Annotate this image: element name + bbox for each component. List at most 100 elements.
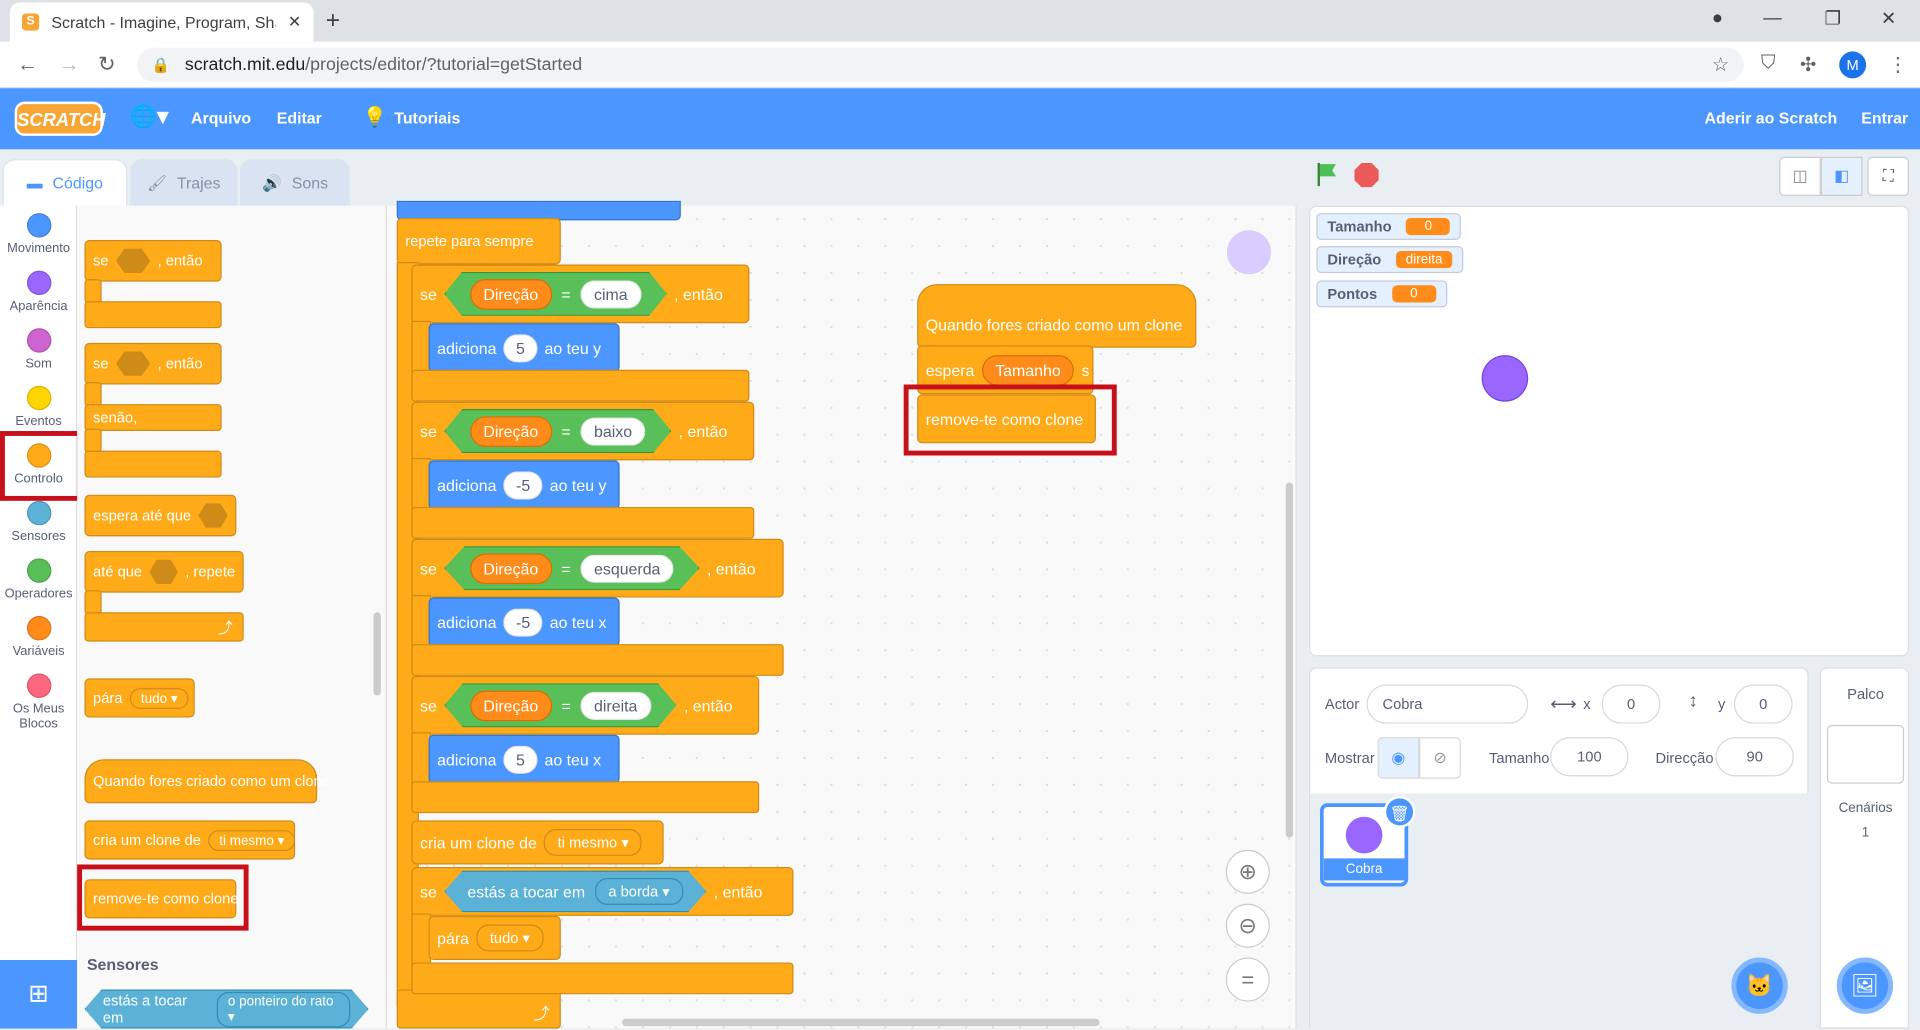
stop-icon[interactable]	[1354, 162, 1379, 188]
equals-operator[interactable]: Direção = direita	[444, 683, 677, 728]
category-motion[interactable]: Movimento	[0, 213, 77, 256]
join-scratch-link[interactable]: Aderir ao Scratch	[1705, 109, 1838, 127]
palette-if-else[interactable]: se , então	[84, 342, 222, 385]
direction-value-input[interactable]: direita	[580, 691, 651, 720]
touching-dropdown[interactable]: a borda ▾	[594, 877, 684, 905]
category-events[interactable]: Eventos	[0, 385, 77, 429]
category-my-blocks[interactable]: Os Meus Blocos	[0, 673, 77, 731]
scratch-logo[interactable]: SCRATCH	[14, 101, 106, 136]
if-direction-block[interactable]: se Direção = baixo , então	[411, 401, 755, 461]
direction-variable-reporter[interactable]: Direção	[469, 415, 552, 447]
reload-icon[interactable]: ↻	[98, 53, 115, 77]
when-clone-hat-block[interactable]: Quando fores criado como um clone	[917, 284, 1197, 348]
if-touching-block[interactable]: se estás a tocar em a borda ▾ , então	[411, 866, 794, 916]
delete-sprite-icon[interactable]: 🗑	[1383, 795, 1416, 828]
touching-dropdown[interactable]: o ponteiro do rato ▾	[216, 991, 351, 1027]
maximize-icon[interactable]: ❐	[1825, 7, 1841, 30]
tab-search-icon[interactable]: ●	[1712, 7, 1723, 28]
tab-sounds[interactable]: 🔊 Sons	[240, 159, 351, 206]
small-stage-icon[interactable]: ◫	[1779, 156, 1821, 196]
choose-sprite-button[interactable]: 🐱	[1731, 957, 1788, 1014]
stop-dropdown[interactable]: tudo ▾	[129, 687, 189, 709]
direction-value-input[interactable]: cima	[580, 279, 642, 308]
number-input[interactable]: -5	[503, 470, 543, 499]
if-direction-block[interactable]: se Direção = cima , então	[411, 264, 750, 324]
fullscreen-icon[interactable]: ⛶	[1867, 156, 1909, 196]
add-extension-button[interactable]: ⊞	[0, 960, 78, 1029]
size-variable-reporter[interactable]: Tamanho	[981, 354, 1075, 386]
number-input[interactable]: 5	[503, 745, 538, 774]
script-area[interactable]: repete para sempre ⤴ se Direção = cima ,…	[386, 200, 1297, 1029]
palette-stop[interactable]: pára tudo ▾	[84, 678, 195, 718]
zoom-out-icon[interactable]: ⊖	[1225, 903, 1270, 948]
direction-variable-reporter[interactable]: Direção	[469, 552, 552, 584]
palette-touching[interactable]: estás a tocar em o ponteiro do rato ▾	[84, 989, 369, 1029]
category-sound[interactable]: Som	[0, 328, 77, 371]
palette-when-clone-hat[interactable]: Quando fores criado como um clone	[84, 759, 330, 804]
more-menu-icon[interactable]: ⋮	[1888, 53, 1908, 77]
equals-operator[interactable]: Direção = cima	[444, 271, 667, 316]
clone-target-dropdown[interactable]: ti mesmo ▾	[208, 829, 296, 851]
palette-scrollbar[interactable]	[373, 612, 381, 696]
palette-create-clone[interactable]: cria um clone de ti mesmo ▾	[84, 820, 296, 860]
change-position-block[interactable]: adiciona -5 ao teu y	[428, 460, 620, 510]
category-looks[interactable]: Aparência	[0, 270, 77, 313]
close-window-icon[interactable]: ✕	[1881, 7, 1896, 30]
tab-costumes[interactable]: 🖌 Trajes	[129, 159, 238, 206]
stage[interactable]: Tamanho 0 Direção direita Pontos 0	[1308, 205, 1909, 657]
palette-wait-until[interactable]: espera até que	[84, 494, 237, 537]
number-input[interactable]: -5	[503, 607, 543, 637]
size-field[interactable]: 100	[1550, 737, 1629, 777]
bookmark-star-icon[interactable]: ☆	[1712, 53, 1730, 77]
puzzle-icon[interactable]: ✣	[1800, 53, 1816, 77]
sprite-name-field[interactable]: Cobra	[1366, 684, 1529, 724]
extension-icon[interactable]: ⛉	[1761, 53, 1776, 75]
if-direction-block[interactable]: se Direção = direita , então	[411, 675, 760, 735]
menu-edit[interactable]: Editar	[277, 109, 322, 127]
cobra-sprite[interactable]	[1481, 355, 1529, 402]
back-icon[interactable]: ←	[17, 53, 38, 77]
menu-file[interactable]: Arquivo	[191, 109, 251, 127]
equals-operator[interactable]: Direção = esquerda	[444, 546, 700, 591]
create-clone-block[interactable]: cria um clone de ti mesmo ▾	[411, 820, 664, 865]
category-operators[interactable]: Operadores	[0, 558, 77, 601]
horizontal-scrollbar[interactable]	[622, 1018, 1100, 1027]
vertical-scrollbar[interactable]	[1285, 482, 1294, 838]
clone-target-dropdown[interactable]: ti mesmo ▾	[544, 828, 643, 856]
sign-in-link[interactable]: Entrar	[1861, 109, 1908, 127]
palette-if-then[interactable]: se , então	[84, 240, 222, 282]
number-input[interactable]: 5	[503, 333, 538, 362]
category-variables[interactable]: Variáveis	[0, 615, 77, 659]
green-flag-icon[interactable]	[1313, 159, 1342, 188]
palette-repeat-until[interactable]: até que , repete	[84, 551, 244, 593]
direction-variable-reporter[interactable]: Direção	[469, 278, 552, 310]
if-direction-block[interactable]: se Direção = esquerda , então	[411, 538, 784, 598]
direction-value-input[interactable]: baixo	[580, 416, 646, 446]
stop-block[interactable]: pára tudo ▾	[428, 915, 561, 961]
large-stage-icon[interactable]: ◧	[1820, 156, 1863, 196]
change-position-block[interactable]: adiciona 5 ao teu y	[428, 323, 620, 373]
minimize-icon[interactable]: —	[1763, 7, 1781, 28]
direction-variable-reporter[interactable]: Direção	[469, 690, 552, 721]
forever-block[interactable]: repete para sempre	[396, 217, 561, 265]
avatar[interactable]: M	[1839, 51, 1867, 79]
stage-thumbnail[interactable]	[1826, 724, 1905, 784]
equals-operator[interactable]: Direção = baixo	[444, 408, 672, 454]
new-tab-icon[interactable]: +	[326, 7, 340, 35]
show-eye-icon[interactable]: ◉	[1377, 737, 1420, 779]
change-position-block[interactable]: adiciona -5 ao teu x	[428, 597, 620, 647]
zoom-in-icon[interactable]: ⊕	[1225, 849, 1270, 894]
y-field[interactable]: 0	[1733, 684, 1793, 724]
stop-dropdown[interactable]: tudo ▾	[476, 924, 544, 952]
forward-icon[interactable]: →	[59, 53, 80, 77]
browser-tab[interactable]: S Scratch - Imagine, Program, Shar ✕	[9, 2, 314, 42]
change-position-block[interactable]: adiciona 5 ao teu x	[428, 734, 620, 784]
direction-field[interactable]: 90	[1715, 737, 1794, 777]
direction-value-input[interactable]: esquerda	[580, 554, 674, 583]
url-field[interactable]: 🔒 scratch.mit.edu/projects/editor/?tutor…	[137, 47, 1744, 83]
choose-backdrop-button[interactable]: 🖼	[1836, 957, 1894, 1014]
hide-eye-icon[interactable]: ⊘	[1419, 737, 1461, 779]
x-field[interactable]: 0	[1601, 684, 1661, 724]
language-globe-icon[interactable]: 🌐▾	[130, 104, 169, 130]
zoom-reset-icon[interactable]: =	[1225, 957, 1270, 1002]
